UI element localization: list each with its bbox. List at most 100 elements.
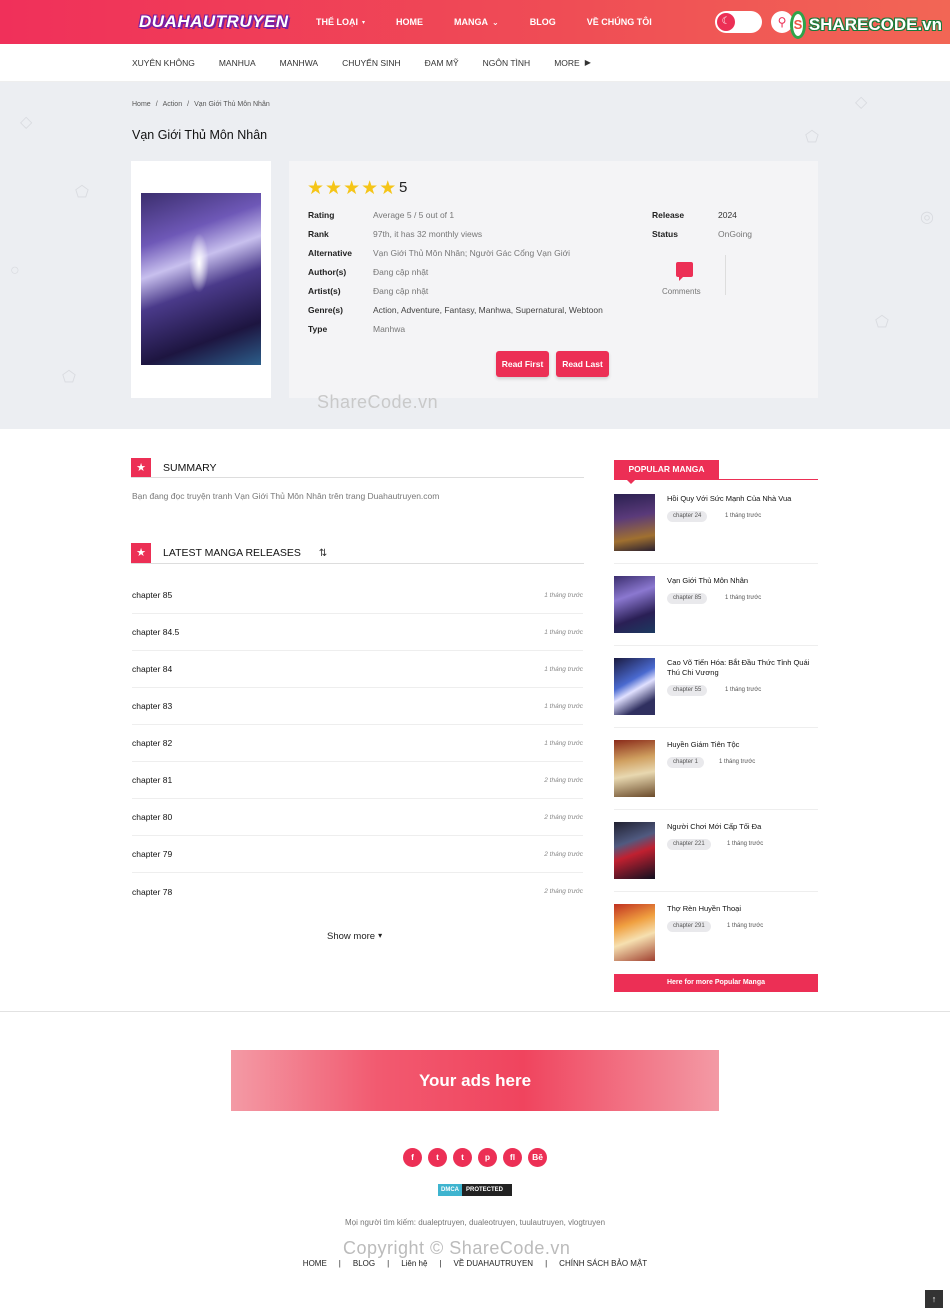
dark-mode-toggle[interactable]: ☾ [715,11,762,33]
subnav-item-manhwa[interactable]: MANHWA [280,58,318,68]
back-to-top-button[interactable]: ↑ [925,1290,943,1308]
ad-banner[interactable]: Your ads here [231,1050,719,1111]
popular-chapter-badge[interactable]: chapter 24 [667,511,708,522]
popular-chapter-badge[interactable]: chapter 291 [667,921,711,932]
chapter-name: chapter 80 [132,812,173,822]
flickr-icon[interactable]: fl [503,1148,522,1167]
dmca-badge-right: PROTECTED [462,1184,512,1196]
popular-chapter-badge[interactable]: chapter 221 [667,839,711,850]
subnav-item-more[interactable]: MORE ▶ [554,58,591,68]
sort-icon[interactable]: ⇅ [319,548,327,559]
behance-icon[interactable]: Bē [528,1148,547,1167]
info-label-rating: Rating [308,210,335,220]
breadcrumb-action[interactable]: Action [163,101,182,108]
popular-name[interactable]: Vạn Giới Thủ Môn Nhân [667,576,818,586]
subnav-item-chuyen-sinh[interactable]: CHUYỂN SINH [342,58,401,68]
chapter-time: 1 tháng trước [544,739,583,747]
breadcrumb-home[interactable]: Home [132,101,151,108]
footer-link-contact[interactable]: Liên hệ [401,1259,427,1268]
subnav-item-ngon-tinh[interactable]: NGÔN TÌNH [483,58,531,68]
popular-name[interactable]: Hồi Quy Với Sức Mạnh Của Nhà Vua [667,494,818,504]
comments-label[interactable]: Comments [662,287,701,296]
chapter-name: chapter 85 [132,590,173,600]
footer-link-privacy[interactable]: CHÍNH SÁCH BẢO MẬT [559,1259,647,1268]
chapter-row[interactable]: chapter 81 2 tháng trước [132,762,583,799]
footer-link-blog[interactable]: BLOG [353,1259,375,1268]
show-more-button[interactable]: Show more ▾ [327,931,382,942]
read-last-button[interactable]: Read Last [556,351,609,377]
chapter-row[interactable]: chapter 79 2 tháng trước [132,836,583,873]
chapter-row[interactable]: chapter 80 2 tháng trước [132,799,583,836]
decor-shape: ⬠ [875,314,889,331]
popular-chapter-badge[interactable]: chapter 55 [667,685,708,696]
chapter-row[interactable]: chapter 85 1 tháng trước [132,577,583,614]
decor-shape: ◇ [855,94,868,111]
popular-thumbnail[interactable] [614,576,655,633]
popular-item[interactable]: Người Chơi Mới Cấp Tối Đa chapter 221 1 … [614,822,818,892]
release-value: 2024 [718,210,737,220]
info-label-genre: Genre(s) [308,305,343,315]
read-first-button[interactable]: Read First [496,351,549,377]
subnav-item-manhua[interactable]: MANHUA [219,58,256,68]
chapter-row[interactable]: chapter 78 2 tháng trước [132,873,583,910]
popular-name[interactable]: Người Chơi Mới Cấp Tối Đa [667,822,818,832]
chapter-time: 2 tháng trước [544,776,583,784]
tumblr-icon[interactable]: t [453,1148,472,1167]
chapter-row[interactable]: chapter 84 1 tháng trước [132,651,583,688]
page-title: Vạn Giới Thủ Môn Nhân [132,128,268,142]
caret-right-icon: ▶ [584,58,591,67]
popular-thumbnail[interactable] [614,658,655,715]
footer-link-home[interactable]: HOME [303,1259,327,1268]
popular-thumbnail[interactable] [614,740,655,797]
info-label-rank: Rank [308,229,329,239]
twitter-icon[interactable]: t [428,1148,447,1167]
nav-item-blog[interactable]: BLOG [530,17,556,27]
popular-item[interactable]: Cao Võ Tiến Hóa: Bắt Đầu Thức Tỉnh Quái … [614,658,818,728]
breadcrumb-separator: / [155,101,158,108]
popular-time: 1 tháng trước [727,923,764,929]
separator: | [439,1259,442,1268]
subnav-item-dam-my[interactable]: ĐAM MỸ [425,58,459,68]
popular-thumbnail[interactable] [614,494,655,551]
divider [131,477,584,478]
popular-time: 1 tháng trước [719,759,756,765]
popular-chapter-badge[interactable]: chapter 1 [667,757,705,768]
info-value-artist: Đang cập nhật [373,286,429,296]
chapter-time: 1 tháng trước [544,665,583,673]
star-icon: ★ [361,178,379,199]
site-logo[interactable]: DUAHAUTRUYEN [133,9,295,35]
popular-item[interactable]: Hồi Quy Với Sức Mạnh Của Nhà Vua chapter… [614,494,818,564]
chapter-row[interactable]: chapter 83 1 tháng trước [132,688,583,725]
popular-thumbnail[interactable] [614,822,655,879]
popular-name[interactable]: Cao Võ Tiến Hóa: Bắt Đầu Thức Tỉnh Quái … [667,658,818,678]
dmca-badge[interactable]: DMCA PROTECTED [438,1184,512,1196]
popular-name[interactable]: Huyền Giám Tiên Tộc [667,740,818,750]
chapter-name: chapter 82 [132,738,173,748]
moon-icon: ☾ [717,13,735,31]
popular-item[interactable]: Vạn Giới Thủ Môn Nhân chapter 85 1 tháng… [614,576,818,646]
cover-image[interactable] [141,193,261,365]
popular-chapter-badge[interactable]: chapter 85 [667,593,708,604]
popular-thumbnail[interactable] [614,904,655,961]
footer-link-about[interactable]: VỀ DUAHAUTRUYEN [454,1259,534,1268]
chapter-row[interactable]: chapter 82 1 tháng trước [132,725,583,762]
subnav-item-xuyen-khong[interactable]: XUYÊN KHÔNG [132,58,195,68]
popular-item[interactable]: Thợ Rèn Huyền Thoại chapter 291 1 tháng … [614,904,818,966]
chapter-name: chapter 84 [132,664,173,674]
comments-icon[interactable] [676,262,693,281]
info-label-alternative: Alternative [308,248,352,258]
star-rating[interactable]: ★ ★ ★ ★ ★ [307,177,396,200]
pinterest-icon[interactable]: p [478,1148,497,1167]
chapter-row[interactable]: chapter 84.5 1 tháng trước [132,614,583,651]
popular-item[interactable]: Huyền Giám Tiên Tộc chapter 1 1 tháng tr… [614,740,818,810]
nav-item-home[interactable]: HOME [396,17,423,27]
more-popular-button[interactable]: Here for more Popular Manga [614,974,818,992]
facebook-icon[interactable]: f [403,1148,422,1167]
info-value-genre[interactable]: Action, Adventure, Fantasy, Manhwa, Supe… [373,305,603,315]
search-keywords: Mọi người tìm kiếm: dualeptruyen, dualeo… [344,1218,606,1227]
nav-item-about[interactable]: VỀ CHÚNG TÔI [587,17,652,27]
chapter-name: chapter 79 [132,849,173,859]
nav-item-the-loai[interactable]: THỂ LOẠI ▾ [316,17,365,27]
nav-item-manga[interactable]: MANGA ⌄ [454,17,499,27]
popular-name[interactable]: Thợ Rèn Huyền Thoại [667,904,818,914]
